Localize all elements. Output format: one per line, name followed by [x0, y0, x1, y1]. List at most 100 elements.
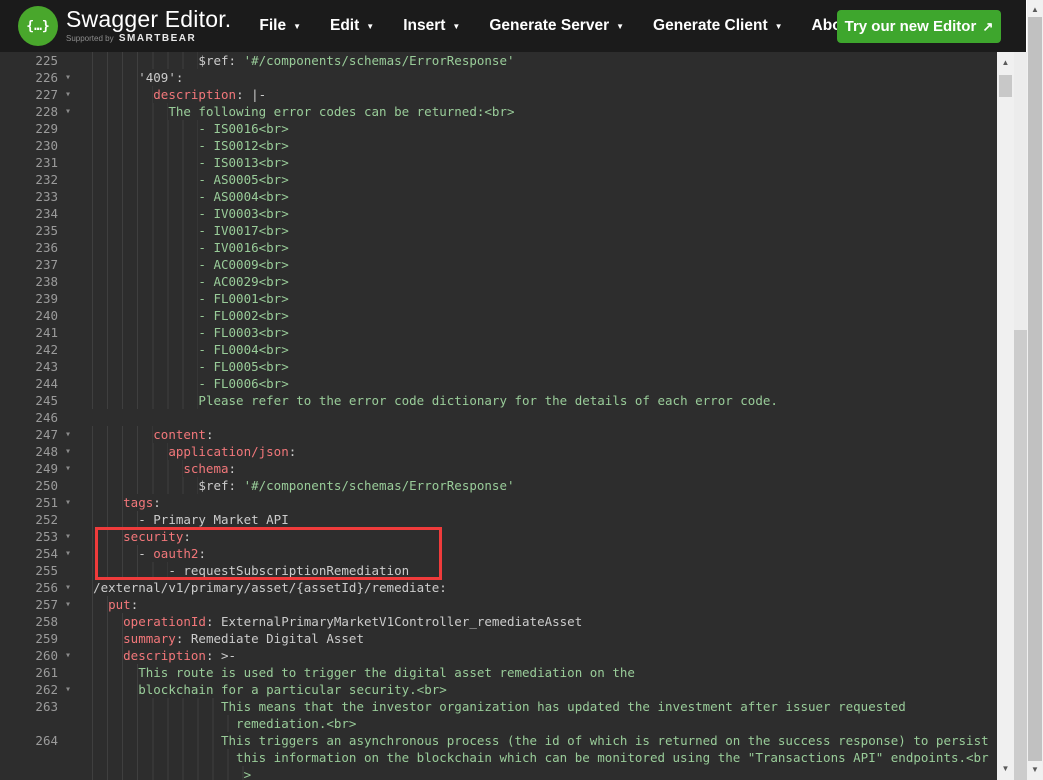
try-new-editor-button[interactable]: Try our new Editor ↗	[837, 10, 1001, 43]
code-row[interactable]: remediation.<br>	[0, 715, 997, 732]
fold-arrow-icon[interactable]: ▾	[58, 103, 78, 120]
scroll-down-icon[interactable]: ▼	[997, 762, 1014, 776]
fold-spacer	[58, 732, 78, 749]
browser-scrollbar-thumb[interactable]	[1028, 17, 1042, 761]
code-row[interactable]: 225 $ref: '#/components/schemas/ErrorRes…	[0, 52, 997, 69]
pane-scrollbar-thumb[interactable]	[1014, 330, 1027, 780]
code-editor[interactable]: 225 $ref: '#/components/schemas/ErrorRes…	[0, 52, 997, 780]
menu-edit[interactable]: Edit▼	[330, 17, 374, 35]
code-row[interactable]: 251▾ tags:	[0, 494, 997, 511]
logo: {…} Swagger Editor. Supported by SMARTBE…	[18, 6, 231, 46]
scroll-down-icon[interactable]: ▼	[1027, 763, 1043, 777]
code-row[interactable]: 236 - IV0016<br>	[0, 239, 997, 256]
line-number: 235	[0, 222, 58, 239]
editor-scrollbar-thumb[interactable]	[999, 75, 1012, 97]
code-text: - AC0009<br>	[78, 256, 289, 273]
scroll-up-icon[interactable]: ▲	[1027, 3, 1043, 17]
code-row[interactable]: 242 - FL0004<br>	[0, 341, 997, 358]
code-row[interactable]: >	[0, 766, 997, 780]
fold-arrow-icon[interactable]: ▾	[58, 528, 78, 545]
code-row[interactable]: 252 - Primary Market API	[0, 511, 997, 528]
code-row[interactable]: 247▾ content:	[0, 426, 997, 443]
code-row[interactable]: 250 $ref: '#/components/schemas/ErrorRes…	[0, 477, 997, 494]
code-row[interactable]: 231 - IS0013<br>	[0, 154, 997, 171]
fold-arrow-icon[interactable]: ▾	[58, 443, 78, 460]
app-title-block: Swagger Editor. Supported by SMARTBEAR	[66, 8, 231, 44]
code-row[interactable]: 241 - FL0003<br>	[0, 324, 997, 341]
code-row[interactable]: 240 - FL0002<br>	[0, 307, 997, 324]
code-row[interactable]: 237 - AC0009<br>	[0, 256, 997, 273]
code-row[interactable]: 259 summary: Remediate Digital Asset	[0, 630, 997, 647]
line-number: 244	[0, 375, 58, 392]
code-row[interactable]: 233 - AS0004<br>	[0, 188, 997, 205]
browser-scrollbar[interactable]: ▲ ▼	[1027, 0, 1043, 780]
code-row[interactable]: 245 Please refer to the error code dicti…	[0, 392, 997, 409]
line-number: 240	[0, 307, 58, 324]
fold-arrow-icon[interactable]: ▾	[58, 426, 78, 443]
code-row[interactable]: 261 This route is used to trigger the di…	[0, 664, 997, 681]
code-row[interactable]: 260▾ description: >-	[0, 647, 997, 664]
code-row[interactable]: 254▾ - oauth2:	[0, 545, 997, 562]
code-row[interactable]: 243 - FL0005<br>	[0, 358, 997, 375]
code-text: operationId: ExternalPrimaryMarketV1Cont…	[78, 613, 582, 630]
chevron-down-icon: ▼	[293, 22, 301, 31]
fold-arrow-icon[interactable]: ▾	[58, 681, 78, 698]
code-text: $ref: '#/components/schemas/ErrorRespons…	[78, 52, 515, 69]
code-row[interactable]: 256▾ /external/v1/primary/asset/{assetId…	[0, 579, 997, 596]
line-number: 250	[0, 477, 58, 494]
code-text: - AS0005<br>	[78, 171, 289, 188]
code-text: >	[78, 766, 251, 780]
code-row[interactable]: 234 - IV0003<br>	[0, 205, 997, 222]
code-text: - AS0004<br>	[78, 188, 289, 205]
code-row[interactable]: 249▾ schema:	[0, 460, 997, 477]
line-number: 237	[0, 256, 58, 273]
fold-spacer	[58, 307, 78, 324]
code-text: - FL0004<br>	[78, 341, 289, 358]
code-row[interactable]: 235 - IV0017<br>	[0, 222, 997, 239]
fold-arrow-icon[interactable]: ▾	[58, 494, 78, 511]
code-row[interactable]: 246	[0, 409, 997, 426]
code-row[interactable]: 238 - AC0029<br>	[0, 273, 997, 290]
code-row[interactable]: 258 operationId: ExternalPrimaryMarketV1…	[0, 613, 997, 630]
code-row[interactable]: 232 - AS0005<br>	[0, 171, 997, 188]
fold-arrow-icon[interactable]: ▾	[58, 69, 78, 86]
editor-scrollbar[interactable]: ▲ ▼	[997, 52, 1014, 780]
code-row[interactable]: 264 This triggers an asynchronous proces…	[0, 732, 997, 749]
code-row[interactable]: 227▾ description: |-	[0, 86, 997, 103]
smartbear-brand: SMARTBEAR	[119, 33, 196, 44]
menu-generate-server[interactable]: Generate Server▼	[489, 17, 624, 35]
code-text: description: |-	[78, 86, 266, 103]
code-row[interactable]: 228▾ The following error codes can be re…	[0, 103, 997, 120]
pane-scrollbar[interactable]	[1014, 52, 1027, 780]
code-row[interactable]: 229 - IS0016<br>	[0, 120, 997, 137]
code-row[interactable]: 239 - FL0001<br>	[0, 290, 997, 307]
menu-generate-client[interactable]: Generate Client▼	[653, 17, 782, 35]
code-row[interactable]: 248▾ application/json:	[0, 443, 997, 460]
fold-arrow-icon[interactable]: ▾	[58, 579, 78, 596]
fold-arrow-icon[interactable]: ▾	[58, 460, 78, 477]
code-row[interactable]: 244 - FL0006<br>	[0, 375, 997, 392]
code-row[interactable]: 253▾ security:	[0, 528, 997, 545]
fold-spacer	[58, 698, 78, 715]
scroll-up-icon[interactable]: ▲	[997, 56, 1014, 70]
code-text: - FL0005<br>	[78, 358, 289, 375]
topbar: {…} Swagger Editor. Supported by SMARTBE…	[0, 0, 1026, 52]
line-number: 246	[0, 409, 58, 426]
code-row[interactable]: 262▾ blockchain for a particular securit…	[0, 681, 997, 698]
line-number: 226	[0, 69, 58, 86]
menu-file[interactable]: File▼	[259, 17, 301, 35]
fold-arrow-icon[interactable]: ▾	[58, 545, 78, 562]
code-lines[interactable]: 225 $ref: '#/components/schemas/ErrorRes…	[0, 52, 997, 780]
line-number: 257	[0, 596, 58, 613]
supported-by-label: Supported by	[66, 34, 114, 43]
code-row[interactable]: 255 - requestSubscriptionRemediation	[0, 562, 997, 579]
fold-arrow-icon[interactable]: ▾	[58, 647, 78, 664]
code-row[interactable]: 226▾ '409':	[0, 69, 997, 86]
code-row[interactable]: 230 - IS0012<br>	[0, 137, 997, 154]
code-row[interactable]: 257▾ put:	[0, 596, 997, 613]
code-row[interactable]: this information on the blockchain which…	[0, 749, 997, 766]
menu-insert[interactable]: Insert▼	[403, 17, 460, 35]
fold-arrow-icon[interactable]: ▾	[58, 86, 78, 103]
code-row[interactable]: 263 This means that the investor organiz…	[0, 698, 997, 715]
fold-arrow-icon[interactable]: ▾	[58, 596, 78, 613]
